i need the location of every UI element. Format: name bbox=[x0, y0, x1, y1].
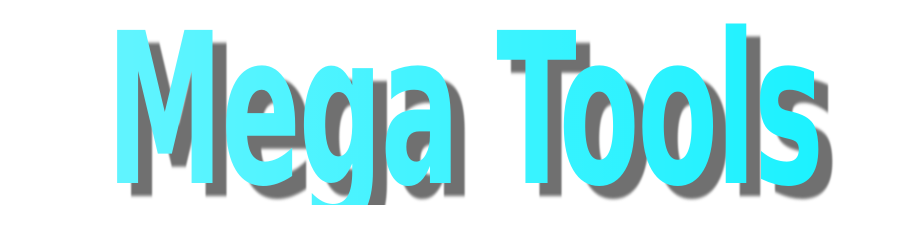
logo-wordmark-text: Mega Tools bbox=[106, 0, 821, 205]
mega-tools-logo: Mega Tools Mega Tools bbox=[106, 0, 838, 205]
logo-canvas: Mega Tools Mega Tools bbox=[0, 0, 900, 205]
